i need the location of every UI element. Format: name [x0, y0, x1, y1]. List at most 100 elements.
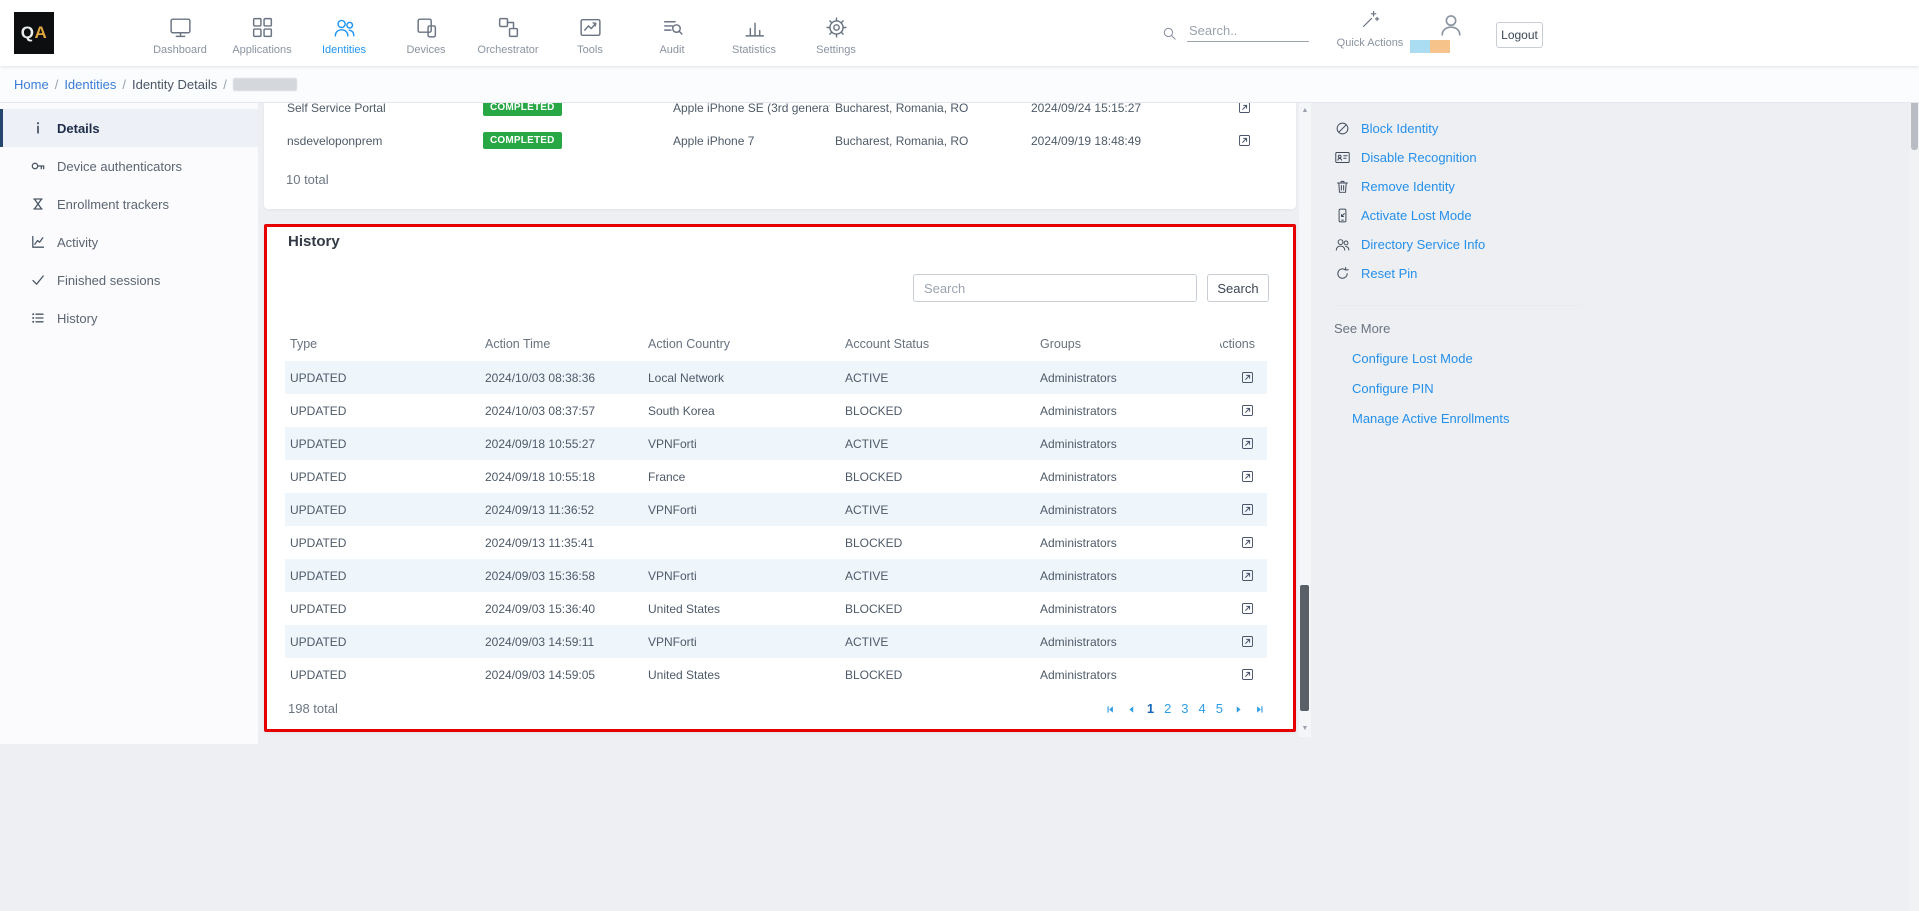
sidebar-item-label: Device authenticators: [57, 159, 182, 174]
cell-groups: Administrators: [1035, 371, 1220, 385]
table-row: UPDATED 2024/09/13 11:36:52 VPNForti ACT…: [285, 493, 1267, 526]
nav-dashboard[interactable]: Dashboard: [139, 0, 221, 66]
cell-type: UPDATED: [285, 569, 480, 583]
sessions-table: Self Service Portal COMPLETED Apple iPho…: [282, 103, 1264, 157]
row-details-icon[interactable]: [1237, 133, 1252, 148]
cell-groups: Administrators: [1035, 536, 1220, 550]
last-page-icon[interactable]: [1254, 704, 1265, 715]
scroll-down-arrow[interactable]: ▼: [1299, 723, 1311, 735]
cell-actions: [1220, 502, 1267, 517]
row-details-icon[interactable]: [1240, 634, 1255, 649]
row-details-icon[interactable]: [1240, 568, 1255, 583]
status-badge: COMPLETED: [483, 103, 562, 116]
cell-groups: Administrators: [1035, 668, 1220, 682]
sidebar-item-enrollment-trackers[interactable]: Enrollment trackers: [0, 185, 258, 223]
action-activate-lost-mode[interactable]: Activate Lost Mode: [1334, 201, 1604, 230]
row-details-icon[interactable]: [1240, 601, 1255, 616]
action-block-identity[interactable]: Block Identity: [1334, 114, 1604, 143]
nav-identities[interactable]: Identities: [303, 0, 385, 66]
col-actions: Actions: [1220, 337, 1267, 351]
table-header: Type Action Time Action Country Account …: [285, 327, 1267, 361]
page-number-5[interactable]: 5: [1216, 699, 1223, 719]
row-details-icon[interactable]: [1240, 370, 1255, 385]
nav-orchestrator[interactable]: Orchestrator: [467, 0, 549, 66]
cell-action-country: United States: [643, 602, 840, 616]
previous-page-icon[interactable]: [1126, 704, 1137, 715]
brand-logo[interactable]: QA: [14, 12, 54, 54]
row-details-icon[interactable]: [1240, 469, 1255, 484]
link-manage-active-enrollments[interactable]: Manage Active Enrollments: [1334, 399, 1604, 429]
action-reset-pin[interactable]: Reset Pin: [1334, 259, 1604, 288]
cell-actions: [1220, 535, 1267, 550]
flag-color-left: [1410, 40, 1430, 53]
logout-button[interactable]: Logout: [1496, 22, 1543, 48]
action-label: Reset Pin: [1361, 266, 1417, 281]
cell-action-time: 2024/09/03 14:59:05: [480, 668, 643, 682]
page-number-4[interactable]: 4: [1199, 699, 1206, 719]
action-remove-identity[interactable]: Remove Identity: [1334, 172, 1604, 201]
sidebar-item-details[interactable]: Details: [0, 109, 258, 147]
sidebar-item-activity[interactable]: Activity: [0, 223, 258, 261]
content-scrollbar-thumb[interactable]: [1300, 585, 1309, 711]
people-icon: [1334, 236, 1351, 253]
nav-tools[interactable]: Tools: [549, 0, 631, 66]
link-configure-pin[interactable]: Configure PIN: [1334, 369, 1604, 399]
nav-label: Orchestrator: [477, 44, 538, 56]
cell-location: Bucharest, Romania, RO: [830, 103, 1026, 115]
cell-account-status: ACTIVE: [840, 569, 1035, 583]
cell-action-time: 2024/09/03 15:36:58: [480, 569, 643, 583]
cell-action-time: 2024/09/18 10:55:27: [480, 437, 643, 451]
sidebar-item-label: Finished sessions: [57, 273, 160, 288]
link-configure-lost-mode[interactable]: Configure Lost Mode: [1334, 339, 1604, 369]
row-details-icon[interactable]: [1240, 502, 1255, 517]
cell-actions: [1220, 370, 1267, 385]
cell-action-country: VPNForti: [643, 437, 840, 451]
action-disable-recognition[interactable]: Disable Recognition: [1334, 143, 1604, 172]
row-details-icon[interactable]: [1240, 667, 1255, 682]
nav-settings[interactable]: Settings: [795, 0, 877, 66]
nav-audit[interactable]: Audit: [631, 0, 713, 66]
action-label: Activate Lost Mode: [1361, 208, 1472, 223]
row-details-icon[interactable]: [1240, 403, 1255, 418]
cell-time: 2024/09/24 15:15:27: [1026, 103, 1189, 115]
cell-action-time: 2024/09/03 15:36:40: [480, 602, 643, 616]
breadcrumb-home[interactable]: Home: [14, 77, 49, 92]
cell-actions: [1220, 568, 1267, 583]
row-details-icon[interactable]: [1237, 103, 1252, 115]
search-input[interactable]: [1187, 20, 1309, 42]
logo-letter-q: Q: [21, 23, 35, 43]
row-details-icon[interactable]: [1240, 436, 1255, 451]
page-number-2[interactable]: 2: [1164, 699, 1171, 719]
sidebar-item-device-authenticators[interactable]: Device authenticators: [0, 147, 258, 185]
history-search-input[interactable]: [913, 274, 1197, 302]
cell-actions: [1220, 634, 1267, 649]
sidebar-item-finished-sessions[interactable]: Finished sessions: [0, 261, 258, 299]
row-details-icon[interactable]: [1240, 535, 1255, 550]
sidebar-item-label: Activity: [57, 235, 98, 250]
scroll-up-arrow[interactable]: ▲: [1299, 105, 1311, 117]
table-row: Self Service Portal COMPLETED Apple iPho…: [282, 103, 1264, 124]
list-icon: [30, 310, 46, 326]
col-action-country: Action Country: [643, 337, 840, 351]
table-row: UPDATED 2024/09/18 10:55:18 France BLOCK…: [285, 460, 1267, 493]
see-more-label: See More: [1334, 319, 1604, 339]
nav-applications[interactable]: Applications: [221, 0, 303, 66]
cell-action-country: VPNForti: [643, 569, 840, 583]
cell-status: COMPLETED: [478, 132, 668, 149]
window-scrollbar[interactable]: [1910, 66, 1919, 911]
nav-statistics[interactable]: Statistics: [713, 0, 795, 66]
action-directory-service-info[interactable]: Directory Service Info: [1334, 230, 1604, 259]
next-page-icon[interactable]: [1233, 704, 1244, 715]
sidebar-item-history[interactable]: History: [0, 299, 258, 337]
breadcrumb-identities[interactable]: Identities: [64, 77, 116, 92]
breadcrumb-separator: /: [122, 77, 126, 92]
cell-action-country: United States: [643, 668, 840, 682]
cell-actions: [1189, 133, 1264, 148]
action-label: Directory Service Info: [1361, 237, 1485, 252]
page-number-3[interactable]: 3: [1181, 699, 1188, 719]
first-page-icon[interactable]: [1105, 704, 1116, 715]
page-number-1[interactable]: 1: [1147, 699, 1154, 719]
nav-devices[interactable]: Devices: [385, 0, 467, 66]
quick-actions-button[interactable]: Quick Actions: [1336, 9, 1404, 49]
history-search-button[interactable]: Search: [1207, 274, 1269, 302]
